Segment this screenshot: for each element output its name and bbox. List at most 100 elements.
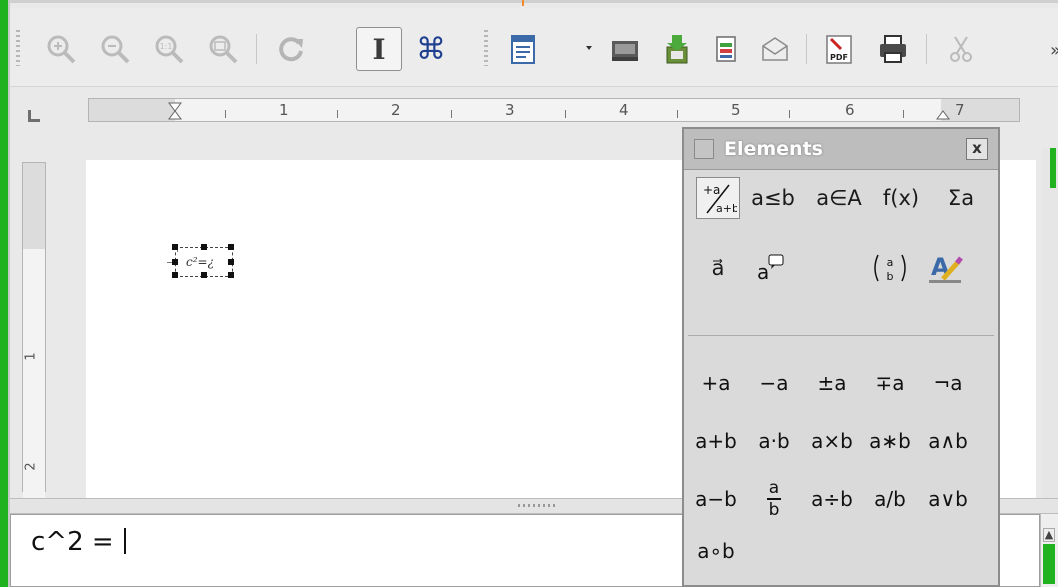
scrollbar-thumb[interactable]	[1050, 148, 1056, 188]
element-minusplus-a[interactable]: ∓a	[862, 363, 918, 403]
toolbar-grip[interactable]	[484, 30, 488, 66]
panel-divider	[688, 335, 994, 336]
command-scrollbar[interactable]: ▲	[1040, 514, 1058, 587]
zoom-in-button[interactable]	[38, 27, 84, 71]
toolbar-separator	[256, 34, 257, 64]
element-a-over-b[interactable]: ab	[746, 479, 802, 519]
ruler-tick	[225, 110, 226, 118]
toolbar-grip[interactable]	[16, 30, 20, 66]
ruler-tick	[565, 110, 566, 118]
resize-handle[interactable]	[172, 259, 178, 265]
element-a-plus-b[interactable]: a+b	[688, 421, 744, 461]
element-a-ast-b[interactable]: a∗b	[862, 421, 918, 461]
zoom-out-icon	[98, 32, 132, 66]
element-a-or-b[interactable]: a∨b	[920, 479, 976, 519]
vertical-ruler[interactable]: 1 2	[22, 162, 46, 509]
resize-handle[interactable]	[228, 259, 234, 265]
element-a-circ-b[interactable]: a∘b	[688, 531, 744, 571]
resize-handle[interactable]	[228, 244, 234, 250]
formats-icon: A	[929, 253, 963, 283]
frac-denominator: b	[768, 499, 780, 520]
open-button[interactable]	[602, 27, 648, 71]
svg-text:a+b: a+b	[716, 202, 737, 215]
right-scrollbar[interactable]	[1042, 148, 1058, 498]
horizontal-ruler[interactable]: 1 2 3 4 5 6 7	[88, 98, 1020, 122]
others-icon: a	[757, 254, 784, 284]
formula-cursor-button[interactable]: I	[356, 27, 402, 71]
resize-handle[interactable]	[201, 244, 207, 250]
save-icon	[660, 32, 694, 66]
update-icon	[274, 32, 308, 66]
scrollbar-thumb[interactable]	[1043, 544, 1055, 584]
scroll-up-icon[interactable]: ▲	[1043, 528, 1055, 542]
ruler-tick	[789, 110, 790, 118]
right-indent-icon[interactable]	[935, 101, 951, 121]
svg-text:+a: +a	[703, 183, 720, 197]
resize-handle[interactable]	[228, 272, 234, 278]
ruler-number: 2	[23, 462, 39, 471]
element-a-slash-b[interactable]: a/b	[862, 479, 918, 519]
edit-file-button[interactable]	[704, 27, 750, 71]
category-functions[interactable]: f(x)	[876, 177, 926, 219]
left-indent-icon[interactable]	[167, 101, 183, 121]
symbols-icon: ⌘	[416, 31, 446, 67]
element-a-div-b[interactable]: a÷b	[804, 479, 860, 519]
formula-preview: c²=¿	[186, 255, 215, 269]
elements-panel: Elements x +a a+b a≤b a∈A f(x) Σa a⃗ a ab…	[682, 127, 1000, 587]
category-unary-binary[interactable]: +a a+b	[696, 177, 740, 219]
resize-handle[interactable]	[172, 244, 178, 250]
ruler-number: 3	[505, 101, 515, 119]
document-icon	[506, 32, 540, 66]
cut-button[interactable]	[938, 27, 984, 71]
print-button[interactable]	[870, 27, 916, 71]
show-all-button[interactable]	[200, 27, 246, 71]
splitter-grip[interactable]	[518, 504, 558, 507]
category-set-operations[interactable]: a∈A	[810, 177, 868, 219]
symbols-button[interactable]: ⌘	[408, 27, 454, 71]
elements-panel-titlebar[interactable]: Elements x	[684, 129, 998, 170]
category-operators[interactable]: Σa	[936, 177, 986, 219]
command-input[interactable]: c^2 =	[31, 527, 126, 557]
close-icon[interactable]: x	[966, 138, 988, 160]
window-top-border	[10, 0, 1058, 3]
element-plus-a[interactable]: +a	[688, 363, 744, 403]
zoom-100-button[interactable]: 1:1	[146, 27, 192, 71]
ruler-tick	[903, 110, 904, 118]
formula-object[interactable]: c²=¿	[172, 244, 234, 278]
save-button[interactable]	[654, 27, 700, 71]
element-minus-a[interactable]: −a	[746, 363, 802, 403]
resize-handle[interactable]	[172, 272, 178, 278]
panel-menu-icon[interactable]	[694, 139, 714, 159]
toolbar-overflow-button[interactable]: »	[1050, 40, 1058, 61]
top-marker	[522, 0, 524, 6]
element-a-minus-b[interactable]: a−b	[688, 479, 744, 519]
resize-handle[interactable]	[201, 272, 207, 278]
elements-panel-title: Elements	[724, 138, 823, 160]
category-others[interactable]: a	[748, 247, 792, 289]
category-formats[interactable]: A	[924, 247, 968, 289]
ruler-text-area	[175, 99, 941, 121]
zoom-100-label: 1:1	[160, 42, 173, 51]
element-not-a[interactable]: ¬a	[920, 363, 976, 403]
category-relations[interactable]: a≤b	[746, 177, 800, 219]
show-all-icon	[206, 32, 240, 66]
category-attributes[interactable]: a⃗	[696, 247, 740, 289]
bracket-bottom: b	[887, 270, 894, 283]
element-a-and-b[interactable]: a∧b	[920, 421, 976, 461]
tab-stop-corner-icon[interactable]	[28, 110, 40, 122]
zoom-out-button[interactable]	[92, 27, 138, 71]
email-button[interactable]	[752, 27, 798, 71]
update-button[interactable]	[268, 27, 314, 71]
element-plusminus-a[interactable]: ±a	[804, 363, 860, 403]
new-document-dropdown-icon[interactable]	[586, 46, 592, 50]
text-caret	[123, 528, 126, 554]
print-icon	[876, 32, 910, 66]
element-a-times-b[interactable]: a×b	[804, 421, 860, 461]
element-a-cdot-b[interactable]: a·b	[746, 421, 802, 461]
new-document-button[interactable]	[500, 27, 546, 71]
ruler-number: 5	[731, 101, 741, 119]
ruler-tick	[337, 110, 338, 118]
ruler-tick	[677, 110, 678, 118]
category-brackets[interactable]: ab	[868, 247, 912, 289]
export-pdf-button[interactable]: PDF	[816, 27, 862, 71]
